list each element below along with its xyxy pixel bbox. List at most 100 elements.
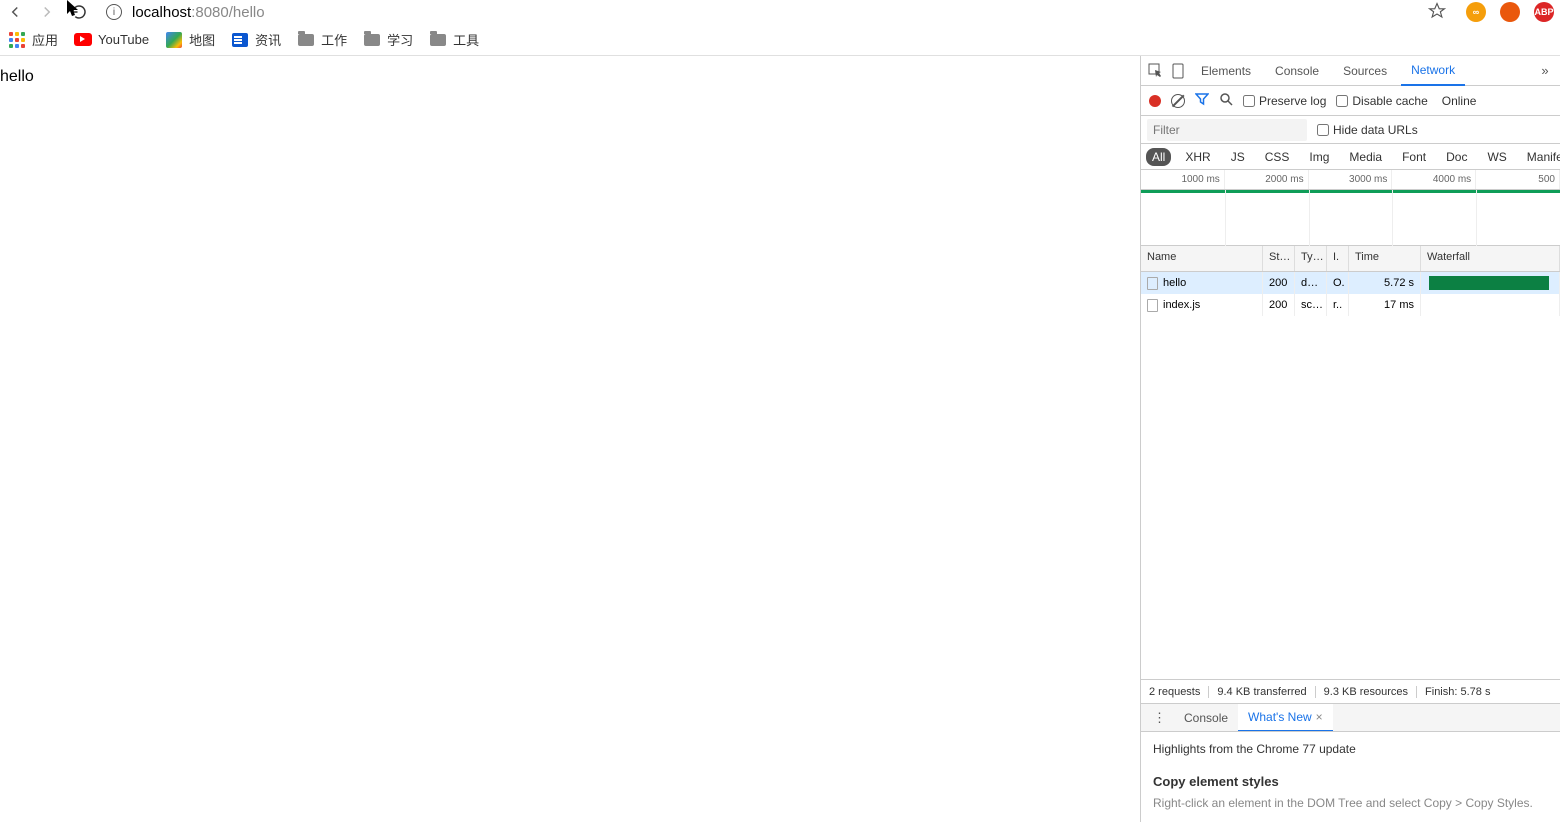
device-icon[interactable] <box>1169 62 1187 80</box>
address-bar[interactable]: i localhost:8080/hello <box>102 4 1414 21</box>
timeline-tick: 4000 ms <box>1392 170 1476 189</box>
search-icon[interactable] <box>1219 92 1233 109</box>
bookmark-maps[interactable]: 地图 <box>165 30 215 49</box>
forward-button <box>38 3 56 21</box>
bookmark-label: 地图 <box>189 30 215 49</box>
request-status: 200 <box>1263 294 1295 316</box>
bookmark-label: 学习 <box>387 30 413 49</box>
request-grid: hello 200 d… O. 5.72 s index.js 200 sc… … <box>1141 272 1560 679</box>
bookmark-folder-study[interactable]: 学习 <box>363 30 413 49</box>
col-waterfall[interactable]: Waterfall <box>1421 246 1560 271</box>
bookmark-label: 资讯 <box>255 30 281 49</box>
type-filter-row: All XHR JS CSS Img Media Font Doc WS Man… <box>1141 144 1560 170</box>
request-status: 200 <box>1263 272 1295 294</box>
timeline-overview[interactable]: 1000 ms 2000 ms 3000 ms 4000 ms 500 <box>1141 170 1560 246</box>
col-status[interactable]: St… <box>1263 246 1295 271</box>
extension-icon-abp[interactable]: ABP <box>1534 2 1554 22</box>
type-js[interactable]: JS <box>1225 148 1251 166</box>
hide-data-urls-checkbox[interactable]: Hide data URLs <box>1317 123 1418 137</box>
clear-button[interactable] <box>1171 94 1185 108</box>
request-time: 17 ms <box>1349 294 1421 316</box>
status-resources: 9.3 KB resources <box>1324 686 1417 698</box>
url-text: localhost:8080/hello <box>132 4 265 21</box>
youtube-icon <box>74 33 92 46</box>
drawer-tab-console[interactable]: Console <box>1174 704 1238 732</box>
type-all[interactable]: All <box>1146 148 1171 166</box>
throttling-select[interactable]: Online <box>1442 94 1477 108</box>
news-icon <box>232 33 248 47</box>
filter-toggle-icon[interactable] <box>1195 92 1209 109</box>
bookmark-label: 工具 <box>453 30 479 49</box>
drawer-menu-icon[interactable]: ⋮ <box>1145 710 1174 726</box>
status-finish: Finish: 5.78 s <box>1425 686 1498 698</box>
col-type[interactable]: Ty… <box>1295 246 1327 271</box>
timeline-tick: 3000 ms <box>1309 170 1393 189</box>
filter-row: Hide data URLs <box>1141 116 1560 144</box>
type-img[interactable]: Img <box>1303 148 1335 166</box>
bookmark-folder-tools[interactable]: 工具 <box>429 30 479 49</box>
request-initiator: O. <box>1327 272 1349 294</box>
col-name[interactable]: Name <box>1141 246 1263 271</box>
tip-title: Copy element styles <box>1153 774 1548 789</box>
request-time: 5.72 s <box>1349 272 1421 294</box>
extension-icon-1[interactable]: ∞ <box>1466 2 1486 22</box>
status-transferred: 9.4 KB transferred <box>1217 686 1315 698</box>
apps-icon <box>9 32 25 48</box>
folder-icon <box>430 34 446 46</box>
record-button[interactable] <box>1149 95 1161 107</box>
bookmark-news[interactable]: 资讯 <box>231 30 281 49</box>
type-css[interactable]: CSS <box>1259 148 1296 166</box>
type-media[interactable]: Media <box>1343 148 1388 166</box>
browser-nav: i localhost:8080/hello ∞ ABP <box>0 0 1560 24</box>
filter-input[interactable] <box>1147 119 1307 141</box>
inspect-icon[interactable] <box>1147 62 1165 80</box>
bookmark-label: YouTube <box>98 32 149 47</box>
reload-button[interactable] <box>70 3 88 21</box>
folder-icon <box>298 34 314 46</box>
devtools-tabs: Elements Console Sources Network » <box>1141 56 1560 86</box>
page-text: hello <box>0 68 34 85</box>
folder-icon <box>364 34 380 46</box>
request-name: hello <box>1163 277 1186 289</box>
page-content: hello <box>0 56 1140 822</box>
request-name: index.js <box>1163 299 1200 311</box>
type-font[interactable]: Font <box>1396 148 1432 166</box>
col-initiator[interactable]: I. <box>1327 246 1349 271</box>
col-time[interactable]: Time <box>1349 246 1421 271</box>
tab-console[interactable]: Console <box>1265 56 1329 86</box>
drawer-headline: Highlights from the Chrome 77 update <box>1153 742 1548 756</box>
disable-cache-checkbox[interactable]: Disable cache <box>1336 94 1427 108</box>
bookmark-youtube[interactable]: YouTube <box>74 31 149 49</box>
more-tabs-icon[interactable]: » <box>1536 62 1554 80</box>
type-manifest[interactable]: Manifest <box>1521 148 1560 166</box>
devtools-panel: Elements Console Sources Network » Prese… <box>1140 56 1560 822</box>
type-ws[interactable]: WS <box>1481 148 1512 166</box>
request-type: sc… <box>1295 294 1327 316</box>
timeline-tick: 2000 ms <box>1225 170 1309 189</box>
bookmark-folder-work[interactable]: 工作 <box>297 30 347 49</box>
file-icon <box>1147 299 1158 312</box>
request-row[interactable]: hello 200 d… O. 5.72 s <box>1141 272 1560 294</box>
tab-sources[interactable]: Sources <box>1333 56 1397 86</box>
bookmark-label: 应用 <box>32 30 58 49</box>
request-grid-header: Name St… Ty… I. Time Waterfall <box>1141 246 1560 272</box>
preserve-log-checkbox[interactable]: Preserve log <box>1243 94 1326 108</box>
tab-elements[interactable]: Elements <box>1191 56 1261 86</box>
network-toolbar: Preserve log Disable cache Online <box>1141 86 1560 116</box>
back-button[interactable] <box>6 3 24 21</box>
close-icon[interactable]: × <box>1316 710 1323 724</box>
request-row[interactable]: index.js 200 sc… r.. 17 ms <box>1141 294 1560 316</box>
timeline-tick: 1000 ms <box>1141 170 1225 189</box>
extension-icon-2[interactable] <box>1500 2 1520 22</box>
type-xhr[interactable]: XHR <box>1179 148 1216 166</box>
site-info-icon[interactable]: i <box>106 4 122 20</box>
bookmark-apps[interactable]: 应用 <box>8 30 58 49</box>
waterfall-bar <box>1429 276 1549 290</box>
bookmark-star-icon[interactable] <box>1428 2 1446 23</box>
drawer-tab-whatsnew[interactable]: What's New× <box>1238 704 1333 732</box>
type-doc[interactable]: Doc <box>1440 148 1473 166</box>
cursor-icon <box>67 0 81 18</box>
maps-icon <box>166 32 182 48</box>
network-status-bar: 2 requests 9.4 KB transferred 9.3 KB res… <box>1141 679 1560 703</box>
tab-network[interactable]: Network <box>1401 56 1465 86</box>
